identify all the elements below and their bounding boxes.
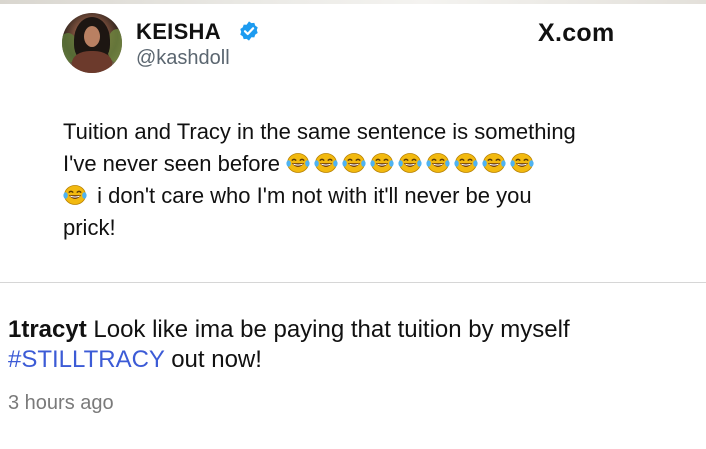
site-label: X.com xyxy=(538,19,615,47)
laughing-crying-emoji-icon xyxy=(370,152,394,174)
laughing-crying-emoji-icon xyxy=(510,152,534,174)
laughing-crying-emoji-icon xyxy=(482,152,506,174)
laughing-crying-emoji-icon xyxy=(314,152,338,174)
tweet-text-segment: prick! xyxy=(63,215,116,240)
comment-line: #STILLTRACY out now! xyxy=(8,346,262,374)
laughing-crying-emoji-icon xyxy=(286,152,310,174)
tweet-line: prick! xyxy=(63,212,663,244)
laughing-crying-emoji-icon xyxy=(426,152,450,174)
tweet-line: i don't care who I'm not with it'll neve… xyxy=(63,180,663,212)
laughing-crying-emoji-icon xyxy=(398,152,422,174)
comment-text: out now! xyxy=(171,346,262,373)
comment-timestamp: 3 hours ago xyxy=(8,392,114,414)
avatar-face xyxy=(84,26,100,47)
laughing-crying-emoji-icon xyxy=(342,152,366,174)
comment: 1tracyt Look like ima be paying that tui… xyxy=(0,283,706,449)
comment-username[interactable]: 1tracyt xyxy=(8,316,87,343)
author-name[interactable]: KEISHA xyxy=(136,19,221,45)
emoji-run xyxy=(286,151,538,176)
tweet-text-segment: Tuition and Tracy in the same sentence i… xyxy=(63,119,576,144)
screenshot-frame: KEISHA @kashdoll X.com Tuition and Tracy… xyxy=(0,0,706,449)
comment-text: Look like ima be paying that tuition by … xyxy=(93,316,570,343)
avatar-body xyxy=(72,51,112,73)
verified-badge-icon xyxy=(238,20,260,42)
hashtag-link[interactable]: #STILLTRACY xyxy=(8,346,165,373)
tweet-card: KEISHA @kashdoll X.com Tuition and Tracy… xyxy=(0,4,706,282)
tweet-line: Tuition and Tracy in the same sentence i… xyxy=(63,116,663,148)
tweet-text: Tuition and Tracy in the same sentence i… xyxy=(63,116,663,244)
tweet-line: I've never seen before xyxy=(63,148,663,180)
author-handle[interactable]: @kashdoll xyxy=(136,47,230,70)
tweet-text-segment: i don't care who I'm not with it'll neve… xyxy=(97,183,532,208)
laughing-crying-emoji-icon xyxy=(63,184,87,206)
emoji-run xyxy=(63,183,91,208)
tweet-text-segment: I've never seen before xyxy=(63,151,281,176)
avatar[interactable] xyxy=(62,13,122,73)
comment-line: 1tracyt Look like ima be paying that tui… xyxy=(8,316,570,344)
laughing-crying-emoji-icon xyxy=(454,152,478,174)
